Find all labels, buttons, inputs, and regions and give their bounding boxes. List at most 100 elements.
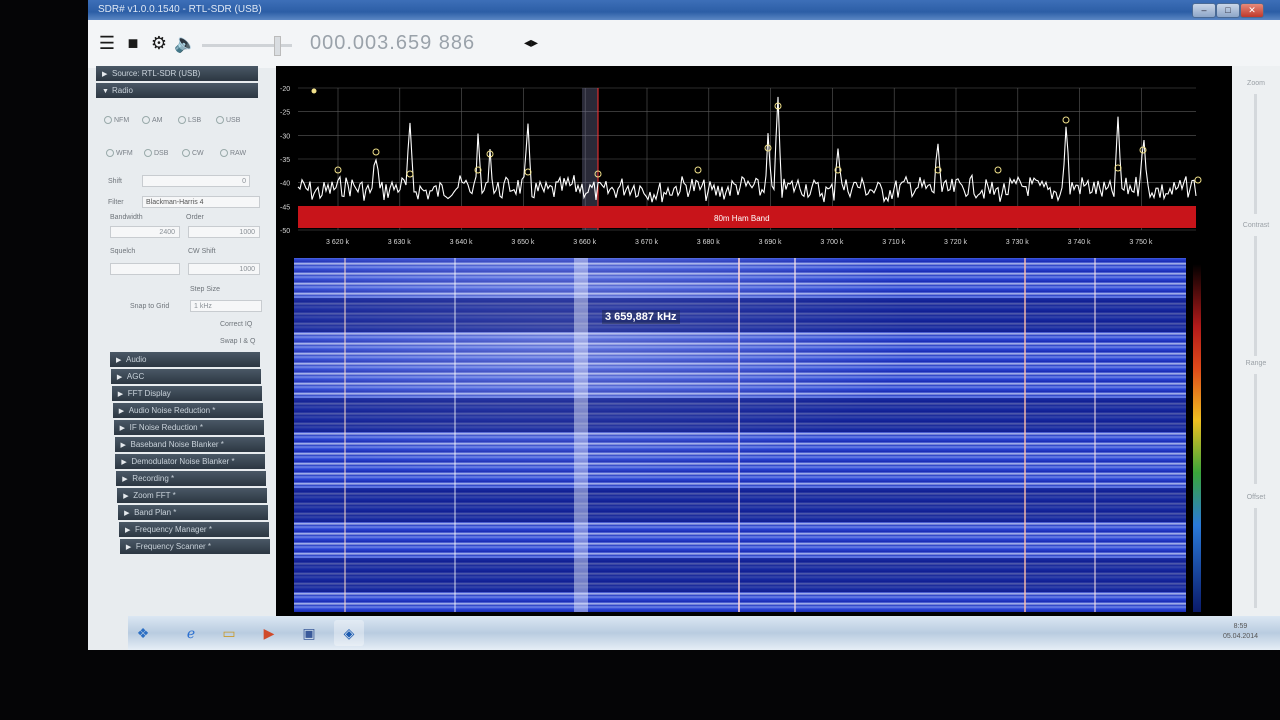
mode-lsb-radio[interactable]: LSB: [178, 116, 201, 124]
expand-arrow-icon: ▶: [118, 408, 125, 415]
floppy-icon[interactable]: ▣: [294, 620, 324, 646]
volume-slider-knob[interactable]: [274, 36, 281, 56]
plugin-panel-header[interactable]: ▶ Demodulator Noise Blanker *: [115, 454, 266, 469]
x-tick-label: 3 630 k: [388, 239, 411, 246]
correct-iq-checkbox[interactable]: Correct IQ: [220, 321, 252, 328]
tune-arrows-icon[interactable]: ◂▸: [524, 34, 538, 51]
order-label: Order: [186, 214, 204, 221]
mode-cw-radio[interactable]: CW: [182, 149, 204, 157]
range-slider[interactable]: [1254, 374, 1257, 484]
step-size-select[interactable]: 1 kHz: [190, 300, 262, 312]
plugin-panel-header[interactable]: ▶ Audio Noise Reduction *: [112, 403, 263, 418]
step-size-label: Step Size: [190, 286, 220, 293]
plugin-panel-label: Recording *: [132, 474, 175, 483]
sdr-app-icon[interactable]: ◈: [334, 620, 364, 646]
spectrum-background: [276, 66, 1232, 258]
order-input[interactable]: 1000: [188, 226, 260, 238]
folder-icon[interactable]: ▭: [214, 620, 244, 646]
expand-arrow-icon: ▶: [121, 459, 127, 466]
plugin-panel-label: Baseband Noise Blanker *: [130, 440, 224, 449]
plugin-panel-header[interactable]: ▶ Audio: [110, 352, 260, 367]
offset-slider[interactable]: [1254, 508, 1257, 608]
waterfall-carrier-line: [344, 258, 346, 612]
spectrum-analyzer[interactable]: -20 -25 -30 -35 -40 -45 -50 3 620 k 3 630 k 3 640…: [276, 66, 1232, 258]
y-tick-label: -30: [280, 133, 290, 140]
waterfall-display[interactable]: 3 659,887 kHz: [294, 258, 1186, 612]
plugin-panel-label: AGC: [126, 372, 145, 381]
mode-raw-radio[interactable]: RAW: [220, 149, 246, 157]
x-tick-label: 3 750 k: [1129, 239, 1152, 246]
spectrum-display[interactable]: -20 -25 -30 -35 -40 -45 -50 3 620 k 3 630 k 3 640…: [276, 66, 1232, 626]
x-tick-label: 3 700 k: [820, 239, 843, 246]
swap-iq-checkbox[interactable]: Swap I & Q: [220, 338, 255, 345]
expand-arrow-icon: ▶: [124, 510, 130, 517]
filter-label: Filter: [108, 199, 124, 206]
toolbar: ☰ ■ ⚙ 🔈 000.003.659 886 ◂▸: [88, 20, 1280, 68]
radio-header-label: Radio: [112, 86, 133, 95]
plugin-panel-label: Audio: [126, 355, 147, 364]
speaker-icon[interactable]: 🔈: [174, 32, 196, 54]
squelch-input[interactable]: [110, 263, 180, 275]
waterfall-carrier-line: [738, 258, 740, 612]
x-tick-label: 3 640 k: [450, 239, 473, 246]
plugin-panel-label: Audio Noise Reduction *: [128, 406, 216, 415]
expand-arrow-icon: ▶: [116, 357, 122, 364]
plugin-panel-header[interactable]: ▶ Frequency Manager *: [119, 522, 269, 537]
offset-label: Offset: [1246, 494, 1266, 501]
waterfall-carrier-line: [794, 258, 796, 612]
waterfall-carrier-line: [1024, 258, 1026, 612]
y-tick-label: -50: [280, 228, 290, 235]
plugin-panel-header[interactable]: ▶ IF Noise Reduction *: [113, 420, 264, 435]
contrast-slider[interactable]: [1254, 236, 1257, 356]
media-icon[interactable]: ▶: [254, 620, 284, 646]
maximize-button[interactable]: □: [1216, 3, 1240, 18]
plugin-panel-header[interactable]: ▶ FFT Display: [111, 386, 262, 401]
internet-explorer-icon[interactable]: ℯ: [176, 620, 206, 646]
mode-wfm-radio[interactable]: WFM: [106, 149, 133, 157]
plugin-panel-label: FFT Display: [127, 389, 171, 398]
expand-arrow-icon: ▶: [119, 425, 125, 432]
close-button[interactable]: ✕: [1240, 3, 1264, 18]
plugin-panel-header[interactable]: ▶ AGC: [110, 369, 261, 384]
windows-start-icon[interactable]: ❖: [128, 620, 158, 646]
frequency-display[interactable]: 000.003.659 886: [310, 32, 475, 55]
contrast-label: Contrast: [1242, 222, 1270, 229]
y-tick-label: -45: [280, 204, 290, 211]
mode-am-radio[interactable]: AM: [142, 116, 163, 124]
filter-select[interactable]: Blackman-Harris 4: [142, 196, 260, 208]
hamburger-menu-icon[interactable]: ☰: [96, 32, 118, 54]
shift-label: Shift: [108, 178, 123, 185]
plugin-panel-header[interactable]: ▶ Recording *: [116, 471, 267, 486]
mode-dsb-radio[interactable]: DSB: [144, 149, 168, 157]
plugin-panel-header[interactable]: ▶ Baseband Noise Blanker *: [114, 437, 265, 452]
minimize-button[interactable]: –: [1192, 3, 1216, 18]
bandwidth-input[interactable]: 2400: [110, 226, 180, 238]
title-bar: SDR# v1.0.0.1540 - RTL-SDR (USB) – □ ✕: [88, 0, 1280, 20]
expand-arrow-icon: ▶: [123, 493, 129, 500]
taskbar: ❖ ℯ ▭ ▶ ▣ ◈ 8:59 05.04.2014: [128, 616, 1280, 650]
source-panel-header[interactable]: ▶ Source: RTL-SDR (USB): [96, 66, 258, 81]
cw-shift-input[interactable]: 1000: [188, 263, 260, 275]
right-slider-panel: Zoom Contrast Range Offset: [1232, 66, 1280, 626]
zoom-slider[interactable]: [1254, 94, 1257, 214]
shift-input[interactable]: 0: [142, 175, 250, 187]
screen: SDR# v1.0.0.1540 - RTL-SDR (USB) – □ ✕ ☰…: [88, 0, 1280, 650]
gear-icon[interactable]: ⚙: [148, 32, 170, 54]
plugin-panel-label: Demodulator Noise Blanker *: [131, 457, 235, 466]
x-tick-label: 3 710 k: [882, 239, 905, 246]
expand-arrow-icon: ▶: [116, 374, 123, 381]
waterfall-band: [294, 398, 1186, 432]
mode-usb-radio[interactable]: USB: [216, 116, 240, 124]
plugin-panel-header[interactable]: ▶ Frequency Scanner *: [119, 539, 270, 554]
system-clock[interactable]: 8:59 05.04.2014: [1223, 622, 1258, 642]
plugin-panel-header[interactable]: ▶ Zoom FFT *: [117, 488, 268, 503]
y-tick-label: -25: [280, 110, 290, 117]
left-panel: ▶ Source: RTL-SDR (USB) ▼ Radio NFM AM LSB…: [94, 66, 276, 621]
plugin-panel-header[interactable]: ▶ Band Plan *: [118, 505, 269, 520]
y-tick-label: -20: [280, 86, 290, 93]
mode-nfm-radio[interactable]: NFM: [104, 116, 129, 124]
plugin-panel-label: Zoom FFT *: [133, 491, 176, 500]
stop-icon[interactable]: ■: [122, 32, 144, 54]
plugin-panel-label: IF Noise Reduction *: [129, 423, 203, 432]
radio-panel-header[interactable]: ▼ Radio: [96, 83, 258, 98]
